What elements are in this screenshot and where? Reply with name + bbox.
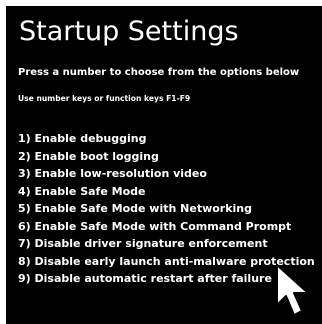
instructions-text: Press a number to choose from the option… <box>18 67 300 78</box>
startup-options-list: 1) Enable debugging 2) Enable boot loggi… <box>18 130 315 288</box>
mouse-pointer-icon <box>276 264 309 316</box>
option-enable-safe-mode[interactable]: 4) Enable Safe Mode <box>18 183 315 201</box>
key-hint-text: Use number keys or function keys F1-F9 <box>18 94 191 103</box>
option-disable-automatic-restart[interactable]: 9) Disable automatic restart after failu… <box>18 270 315 288</box>
option-safe-mode-networking[interactable]: 5) Enable Safe Mode with Networking <box>18 200 315 218</box>
page-title: Startup Settings <box>19 16 239 47</box>
option-safe-mode-command-prompt[interactable]: 6) Enable Safe Mode with Command Prompt <box>18 218 315 236</box>
option-enable-low-resolution-video[interactable]: 3) Enable low-resolution video <box>18 165 315 183</box>
startup-settings-screen: Startup Settings Press a number to choos… <box>6 6 322 324</box>
option-enable-debugging[interactable]: 1) Enable debugging <box>18 130 315 148</box>
option-disable-driver-signature-enforcement[interactable]: 7) Disable driver signature enforcement <box>18 235 315 253</box>
option-enable-boot-logging[interactable]: 2) Enable boot logging <box>18 148 315 166</box>
option-disable-early-launch-anti-malware[interactable]: 8) Disable early launch anti-malware pro… <box>18 253 315 271</box>
